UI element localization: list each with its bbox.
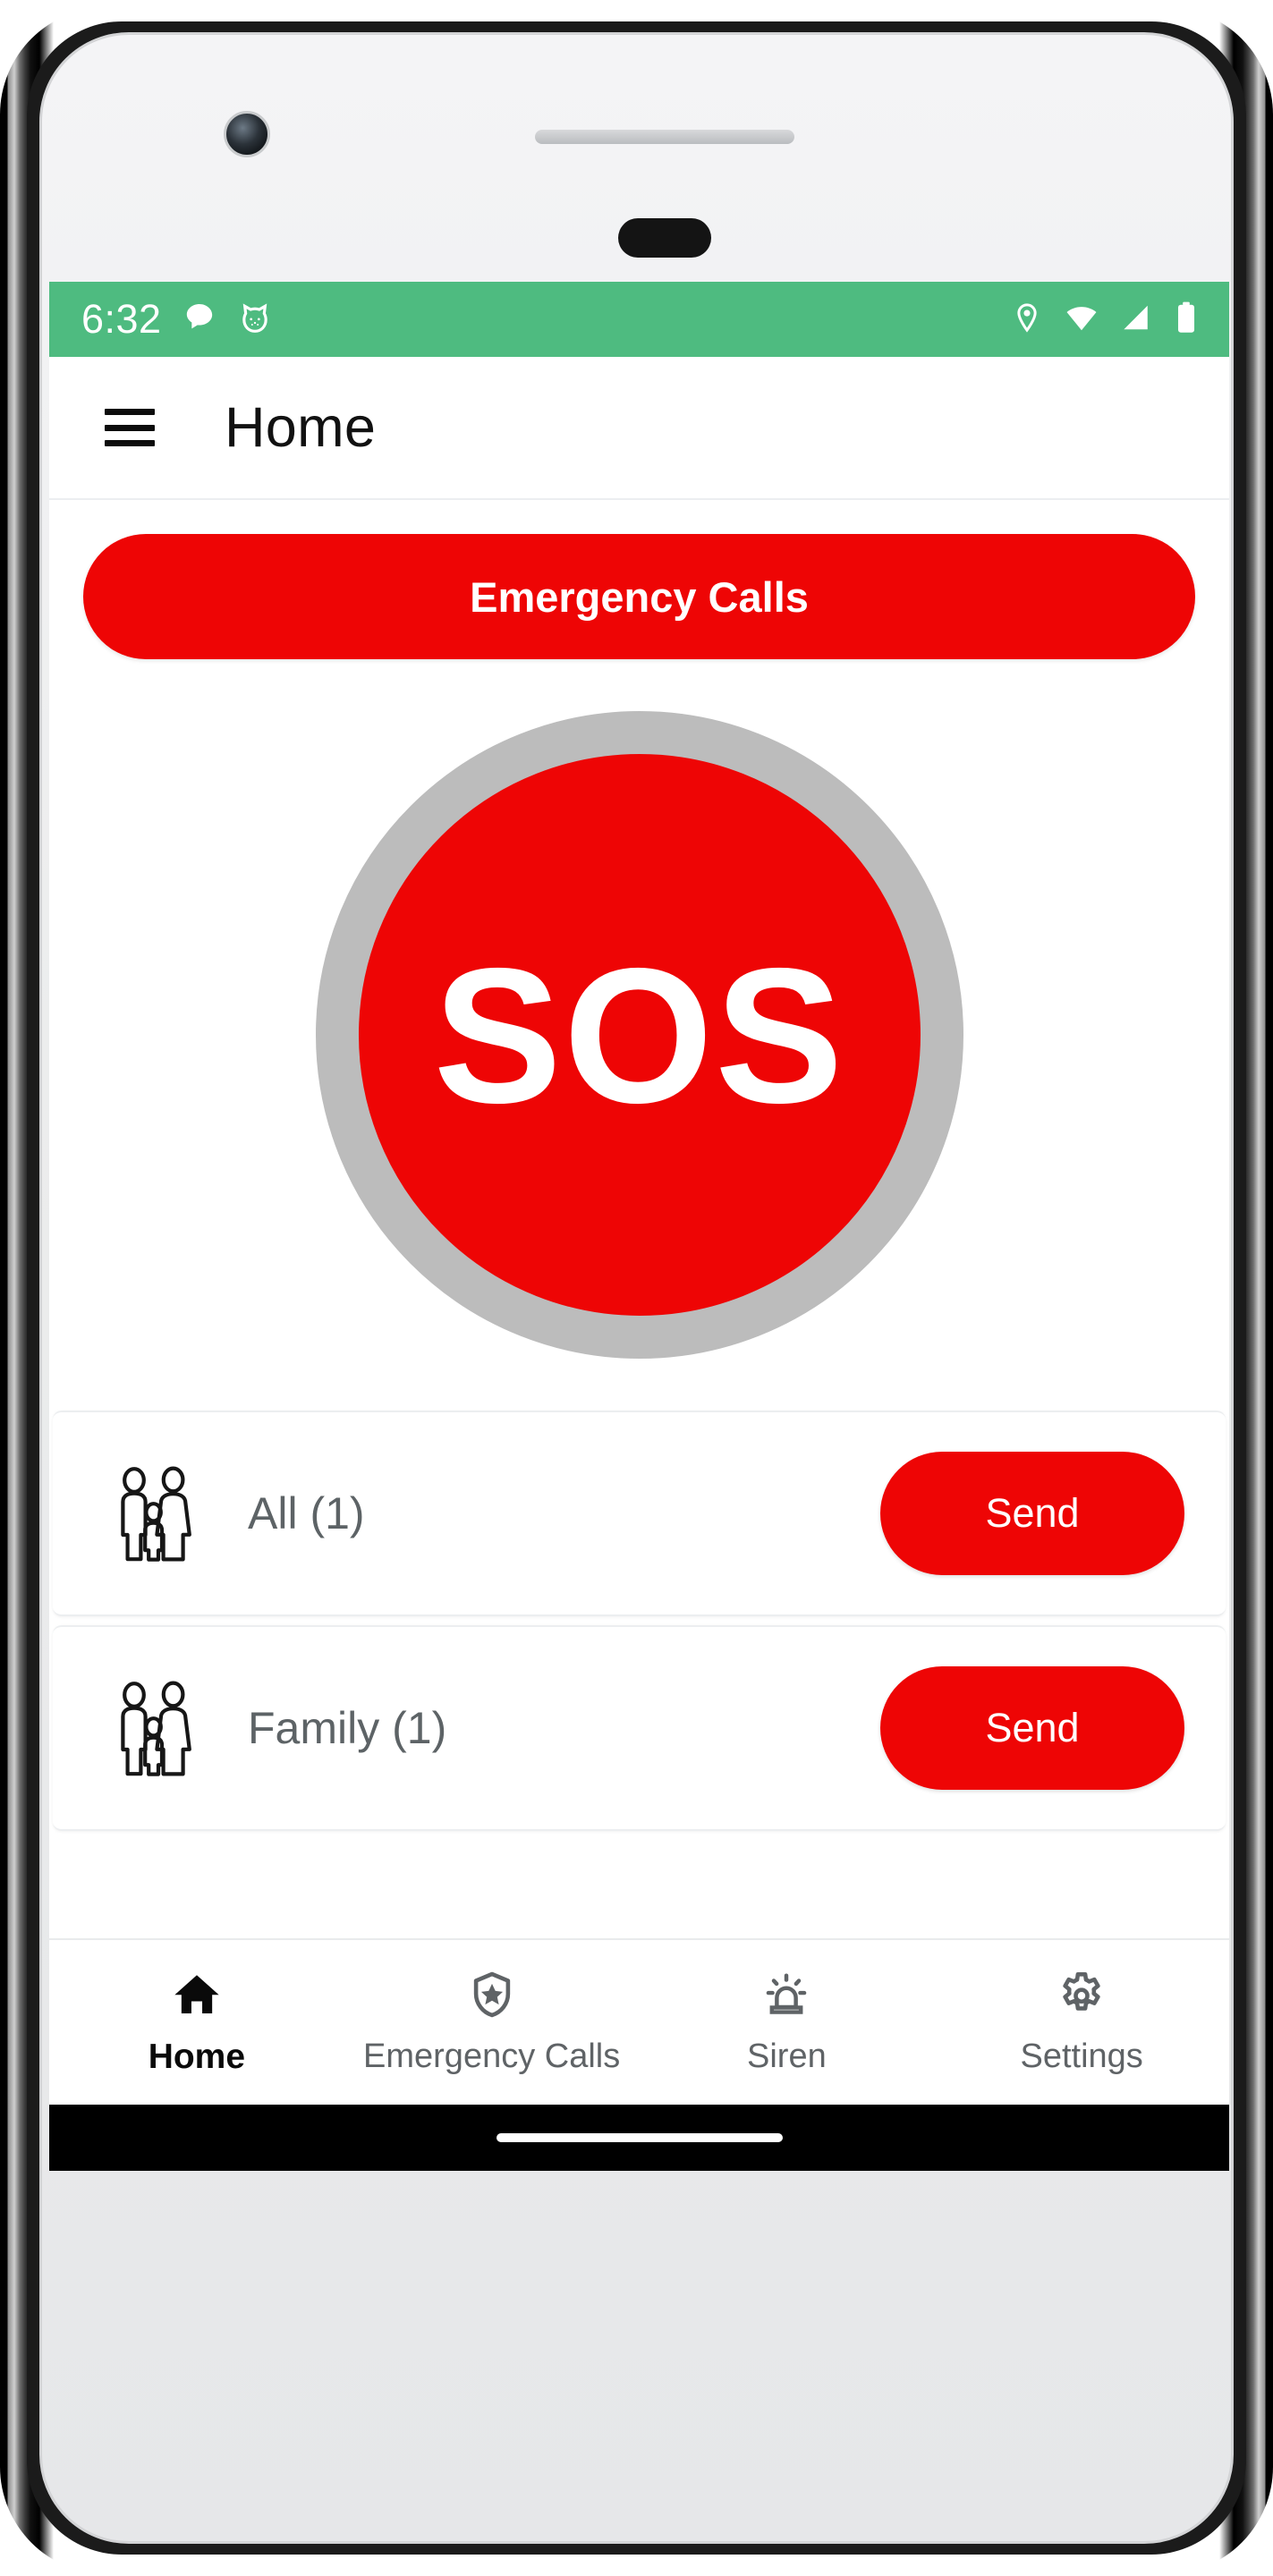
gesture-home-pill[interactable] [496,2133,783,2142]
battery-icon [1174,301,1199,339]
location-pin-icon [1011,301,1043,338]
emergency-calls-button[interactable]: Emergency Calls [83,534,1195,659]
home-icon [169,1969,225,2025]
family-group-icon [108,1678,201,1778]
contact-group-name: Family (1) [248,1703,447,1753]
bottom-navigation-bar: Home Emergency Calls Siren Settings [49,1938,1229,2105]
nav-item-emergency-calls[interactable]: Emergency Calls [344,1969,640,2076]
nav-item-settings[interactable]: Settings [934,1969,1229,2076]
sos-button-label: SOS [433,927,845,1143]
send-button-all[interactable]: Send [880,1452,1184,1575]
contact-group-row-all[interactable]: All (1) Send [53,1411,1226,1616]
earpiece-speaker [535,130,794,144]
android-gesture-bar[interactable] [49,2105,1229,2171]
contact-group-list: All (1) Send Family (1) Send [49,1411,1229,1831]
message-bubble-icon [182,300,217,340]
app-bar: Home [49,357,1229,500]
wifi-icon [1065,301,1099,339]
front-camera-icon [224,111,270,157]
hamburger-line [105,424,155,431]
status-bar-left: 6:32 [81,296,273,343]
shield-star-icon [464,1969,520,2025]
nav-label-home: Home [148,2037,246,2076]
nav-item-siren[interactable]: Siren [640,1969,935,2076]
siren-beacon-icon [759,1969,814,2025]
phone-body: 6:32 Home Emergency Calls SOS All (1) Se… [39,32,1234,2544]
sos-button[interactable]: SOS [315,711,963,1359]
nav-label-settings: Settings [1020,2038,1143,2075]
gear-icon [1054,1969,1109,2025]
contact-group-row-family[interactable]: Family (1) Send [53,1625,1226,1831]
nav-label-siren: Siren [747,2038,827,2075]
nav-item-home[interactable]: Home [49,1969,344,2077]
sos-area: SOS [49,659,1229,1411]
family-group-icon [108,1463,201,1563]
status-bar: 6:32 [49,282,1229,357]
hamburger-line [105,409,155,415]
contact-group-name: All (1) [248,1488,365,1538]
status-bar-right [1011,301,1199,339]
emergency-calls-button-wrapper: Emergency Calls [49,500,1229,659]
main-content: Emergency Calls SOS All (1) Send Family … [49,500,1229,2171]
nav-label-emergency-calls: Emergency Calls [363,2038,621,2075]
screenshot-stage: 6:32 Home Emergency Calls SOS All (1) Se… [0,0,1273,2576]
sensor-pill [618,218,711,258]
hamburger-line [105,440,155,446]
cat-face-icon [237,300,273,340]
send-button-family[interactable]: Send [880,1666,1184,1790]
cellular-signal-icon [1120,301,1152,338]
hamburger-menu-icon[interactable] [105,409,155,446]
status-bar-clock: 6:32 [81,296,162,342]
app-screen: 6:32 Home Emergency Calls SOS All (1) Se… [49,282,1229,2171]
page-title: Home [225,396,377,459]
